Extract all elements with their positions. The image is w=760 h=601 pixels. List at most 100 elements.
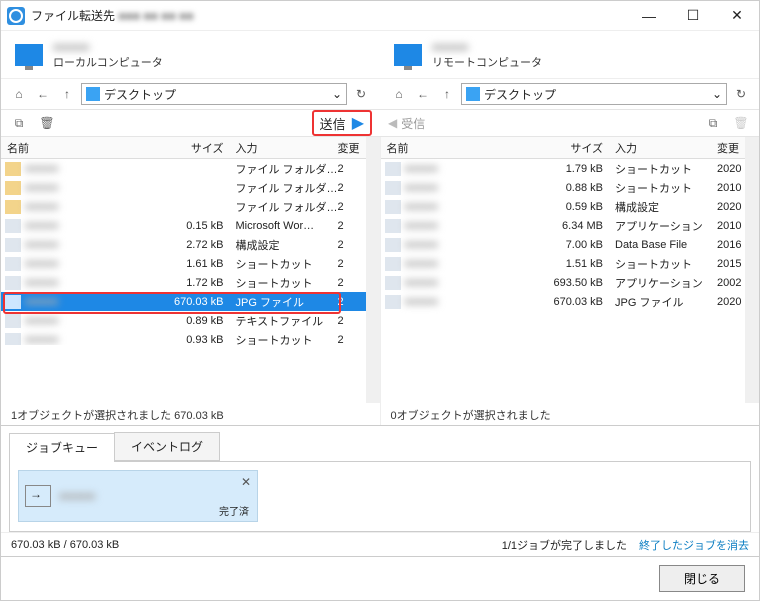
refresh-button[interactable]: ↻ <box>731 87 751 101</box>
file-name: ■■■■■ <box>405 258 544 270</box>
local-path-input[interactable]: デスクトップ ⌄ <box>81 83 347 105</box>
window-title: ファイル転送先 ■■■ ■■ ■■ ■■ <box>31 7 194 24</box>
chevron-down-icon[interactable]: ⌄ <box>712 87 722 101</box>
new-folder-button[interactable]: ⧉ <box>9 113 29 133</box>
column-date[interactable]: 変更 <box>338 140 366 156</box>
local-status: 1オブジェクトが選択されました 670.03 kB <box>1 403 380 425</box>
up-button[interactable]: ↑ <box>437 84 457 104</box>
job-card[interactable]: ■■■■■ ✕ 完了済 <box>18 470 258 522</box>
remote-path-input[interactable]: デスクトップ ⌄ <box>461 83 727 105</box>
file-type: Microsoft Wor… <box>232 220 338 232</box>
job-close-button[interactable]: ✕ <box>241 475 251 489</box>
file-row[interactable]: ■■■■■1.51 kBショートカット2015 <box>381 254 746 273</box>
file-size: 2.72 kB <box>164 239 232 251</box>
remote-status: 0オブジェクトが選択されました <box>381 403 760 425</box>
back-button[interactable]: ← <box>33 84 53 104</box>
file-type: ショートカット <box>611 256 717 272</box>
file-row[interactable]: ■■■■■0.93 kBショートカット2 <box>1 330 366 345</box>
file-date: 2010 <box>717 182 745 194</box>
minimize-button[interactable]: — <box>627 1 671 31</box>
column-name[interactable]: 名前 <box>381 140 544 156</box>
local-computer-label: ローカルコンピュータ <box>53 54 163 70</box>
file-date: 2 <box>338 163 366 175</box>
file-row[interactable]: ■■■■■0.15 kBMicrosoft Wor…2 <box>1 216 366 235</box>
file-size: 1.61 kB <box>164 258 232 270</box>
file-type: ショートカット <box>232 275 338 291</box>
file-date: 2 <box>338 239 366 251</box>
job-queue-list: ■■■■■ ✕ 完了済 <box>9 462 751 532</box>
file-row[interactable]: ■■■■■ファイル フォルダ…2 <box>1 197 366 216</box>
home-button[interactable]: ⌂ <box>389 84 409 104</box>
close-button[interactable]: 閉じる <box>659 565 745 592</box>
file-row[interactable]: ■■■■■1.61 kBショートカット2 <box>1 254 366 273</box>
file-row[interactable]: ■■■■■1.79 kBショートカット2020 <box>381 159 746 178</box>
file-type: ファイル フォルダ… <box>232 161 338 177</box>
file-name: ■■■■■ <box>25 163 164 175</box>
file-date: 2 <box>338 220 366 232</box>
file-icon <box>5 276 21 290</box>
scrollbar[interactable] <box>745 137 759 403</box>
maximize-button[interactable]: ☐ <box>671 1 715 31</box>
close-window-button[interactable]: ✕ <box>715 1 759 31</box>
file-row[interactable]: ■■■■■7.00 kBData Base File2016 <box>381 235 746 254</box>
file-row[interactable]: ■■■■■670.03 kBJPG ファイル2 <box>1 292 366 311</box>
file-type: Data Base File <box>611 239 717 251</box>
file-size: 0.93 kB <box>164 334 232 346</box>
file-row[interactable]: ■■■■■2.72 kB構成設定2 <box>1 235 366 254</box>
file-icon <box>385 162 401 176</box>
chevron-down-icon[interactable]: ⌄ <box>332 87 342 101</box>
app-logo-icon <box>7 7 25 25</box>
file-date: 2016 <box>717 239 745 251</box>
delete-button[interactable]: 🗑 <box>37 113 57 133</box>
back-button[interactable]: ← <box>413 84 433 104</box>
file-name: ■■■■■ <box>25 258 164 270</box>
file-name: ■■■■■ <box>25 334 164 346</box>
file-date: 2010 <box>717 220 745 232</box>
file-row[interactable]: ■■■■■693.50 kBアプリケーション2002 <box>381 273 746 292</box>
folder-icon <box>86 87 100 101</box>
up-button[interactable]: ↑ <box>57 84 77 104</box>
scrollbar[interactable] <box>366 137 380 403</box>
receive-arrow-icon: ◀ <box>388 116 397 130</box>
file-date: 2 <box>338 296 366 308</box>
column-size[interactable]: サイズ <box>164 140 232 156</box>
column-type[interactable]: 入力 <box>611 140 717 156</box>
file-type: アプリケーション <box>611 275 717 291</box>
receive-button[interactable]: ◀ 受信 <box>388 115 425 132</box>
clear-completed-link[interactable]: 終了したジョブを消去 <box>639 537 749 553</box>
file-row[interactable]: ■■■■■0.88 kBショートカット2010 <box>381 178 746 197</box>
file-row[interactable]: ■■■■■0.59 kB構成設定2020 <box>381 197 746 216</box>
file-row[interactable]: ■■■■■0.89 kBテキストファイル2 <box>1 311 366 330</box>
file-icon <box>5 200 21 214</box>
file-row[interactable]: ■■■■■1.72 kBショートカット2 <box>1 273 366 292</box>
file-row[interactable]: ■■■■■670.03 kBJPG ファイル2020 <box>381 292 746 311</box>
monitor-icon <box>15 44 43 66</box>
new-folder-button[interactable]: ⧉ <box>703 113 723 133</box>
transfer-size: 670.03 kB / 670.03 kB <box>11 539 119 551</box>
tab-event-log[interactable]: イベントログ <box>114 432 220 461</box>
file-date: 2020 <box>717 296 745 308</box>
column-name[interactable]: 名前 <box>1 140 164 156</box>
file-size: 1.79 kB <box>543 163 611 175</box>
column-date[interactable]: 変更 <box>717 140 745 156</box>
tab-job-queue[interactable]: ジョブキュー <box>9 433 115 462</box>
remote-path-text: デスクトップ <box>484 86 556 103</box>
file-date: 2 <box>338 182 366 194</box>
file-row[interactable]: ■■■■■ファイル フォルダ…2 <box>1 178 366 197</box>
file-type: テキストファイル <box>232 313 338 329</box>
column-size[interactable]: サイズ <box>543 140 611 156</box>
file-row[interactable]: ■■■■■ ファイル フォルダ…2 <box>1 159 366 178</box>
file-type: アプリケーション <box>611 218 717 234</box>
send-button[interactable]: 送信 ▶ <box>312 110 372 136</box>
delete-button[interactable]: 🗑 <box>731 113 751 133</box>
file-type: ショートカット <box>611 180 717 196</box>
column-type[interactable]: 入力 <box>232 140 338 156</box>
local-path-text: デスクトップ <box>104 86 176 103</box>
refresh-button[interactable]: ↻ <box>351 87 371 101</box>
file-name: ■■■■■ <box>405 239 544 251</box>
home-button[interactable]: ⌂ <box>9 84 29 104</box>
file-name: ■■■■■ <box>25 277 164 289</box>
file-row[interactable]: ■■■■■6.34 MBアプリケーション2010 <box>381 216 746 235</box>
file-size: 0.59 kB <box>543 201 611 213</box>
local-computer-name: ■■■■■ <box>53 40 163 54</box>
